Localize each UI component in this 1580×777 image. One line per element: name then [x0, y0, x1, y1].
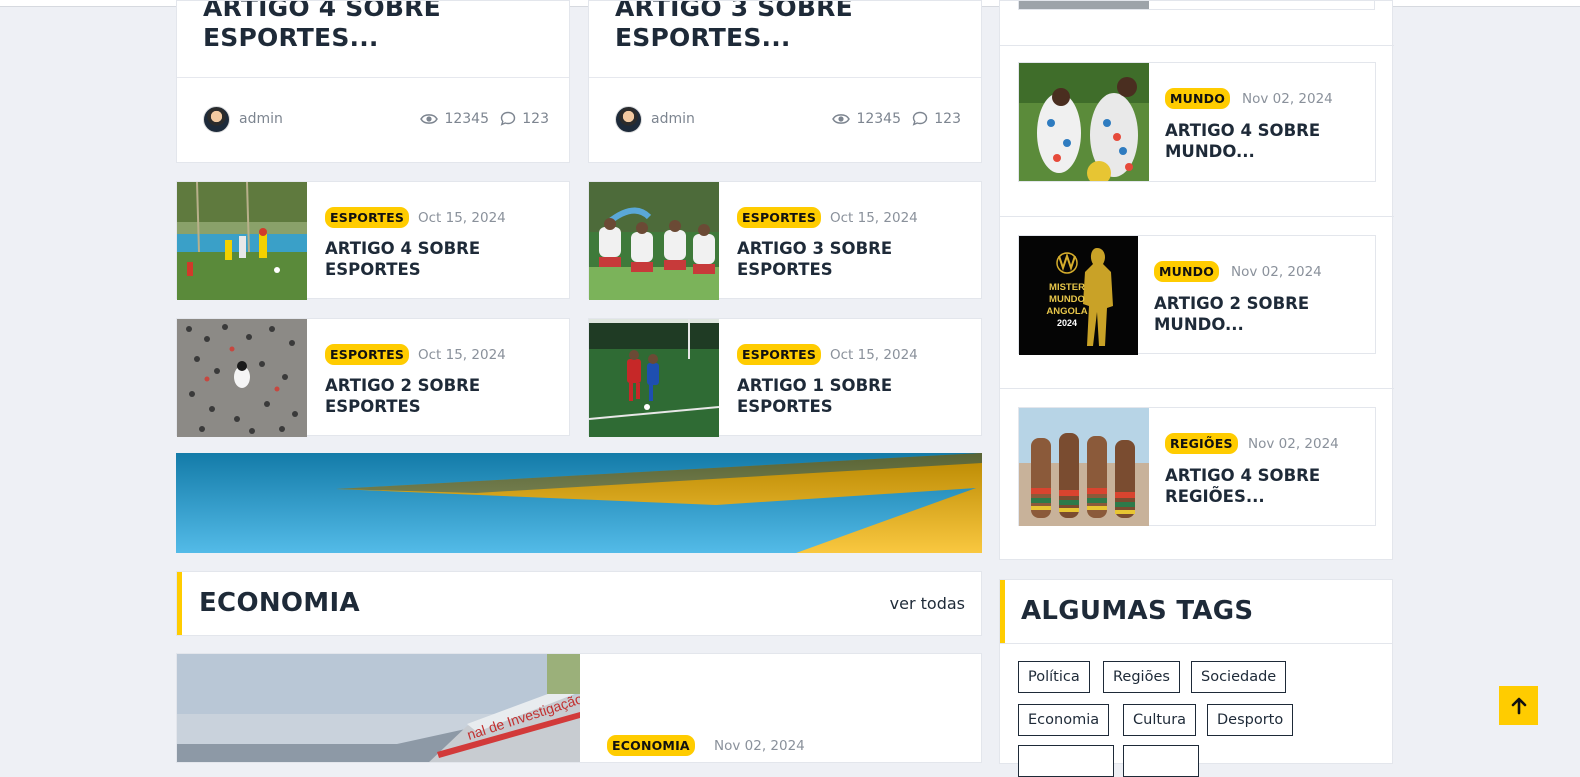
svg-text:2024: 2024 [1057, 318, 1077, 328]
back-to-top-button[interactable] [1499, 686, 1538, 725]
article-title[interactable]: ARTIGO 3 SOBRE ESPORTES [737, 238, 957, 280]
article-card[interactable]: ESPORTES Oct 15, 2024 ARTIGO 4 SOBRE ESP… [176, 181, 570, 300]
tag-regioes[interactable]: Regiões [1103, 661, 1180, 693]
sidebar-articles-widget: MUNDO Nov 02, 2024 ARTIGO 4 SOBRE MUNDO.… [999, 0, 1394, 560]
article-title[interactable]: ARTIGO 4 SOBRE REGIÕES... [1165, 465, 1385, 507]
article-title[interactable]: ARTIGO 3 SOBRE ESPORTES... [615, 1, 975, 53]
article-title[interactable]: ARTIGO 1 SOBRE ESPORTES [737, 375, 957, 417]
article-title[interactable]: ARTIGO 4 SOBRE ESPORTES [325, 238, 545, 280]
sidebar-article[interactable]: MISTER MUNDO ANGOLA 2024 MUNDO Nov 02, 2… [1018, 235, 1376, 355]
comment-icon [500, 111, 516, 126]
divider [1000, 388, 1394, 389]
article-thumbnail[interactable] [589, 319, 719, 437]
author-name[interactable]: admin [651, 111, 695, 127]
article-title[interactable]: ARTIGO 4 SOBRE MUNDO... [1165, 120, 1385, 162]
featured-thumbnail[interactable]: nal de Investigação Cienti [177, 654, 580, 762]
article-thumbnail[interactable] [589, 182, 719, 300]
article-title[interactable]: ARTIGO 4 SOBRE ESPORTES... [203, 1, 563, 53]
article-date: Nov 02, 2024 [1231, 264, 1322, 280]
article-date: Oct 15, 2024 [418, 347, 506, 363]
article-meta: admin 12345 123 [615, 105, 961, 135]
article-meta: admin 12345 123 [203, 105, 549, 135]
article-date: Nov 02, 2024 [714, 738, 805, 754]
divider [1000, 45, 1394, 46]
eye-icon [420, 114, 439, 124]
article-date: Oct 15, 2024 [830, 210, 918, 226]
eye-icon [832, 114, 851, 124]
article-date: Nov 02, 2024 [1248, 436, 1339, 452]
article-card[interactable]: ESPORTES Oct 15, 2024 ARTIGO 3 SOBRE ESP… [588, 181, 982, 300]
svg-text:ANGOLA: ANGOLA [1046, 306, 1087, 317]
article-thumbnail[interactable] [1019, 63, 1149, 181]
views-value: 12345 [444, 111, 489, 127]
section-title: ECONOMIA [199, 588, 360, 618]
tag-economia[interactable]: Economia [1018, 704, 1110, 736]
section-accent-bar [1000, 580, 1005, 643]
advertisement-banner[interactable] [176, 453, 982, 553]
top-article-card[interactable]: ARTIGO 4 SOBRE ESPORTES... admin 12345 1… [176, 0, 570, 163]
avatar [203, 106, 230, 133]
svg-text:MUNDO: MUNDO [1049, 294, 1085, 305]
section-title: ALGUMAS TAGS [1021, 596, 1254, 626]
section-header-economia: ECONOMIA ver todas [176, 571, 982, 636]
tag-politica[interactable]: Política [1018, 661, 1090, 693]
article-card[interactable]: ESPORTES Oct 15, 2024 ARTIGO 2 SOBRE ESP… [176, 318, 570, 437]
views-value: 12345 [856, 111, 901, 127]
article-thumbnail[interactable] [177, 319, 307, 437]
previous-item-edge [1018, 1, 1375, 10]
article-title[interactable]: ARTIGO 2 SOBRE ESPORTES [325, 375, 545, 417]
divider [589, 77, 981, 78]
article-title[interactable]: ARTIGO 2 SOBRE MUNDO... [1154, 293, 1374, 335]
category-badge[interactable]: MUNDO [1165, 88, 1231, 109]
comments-count: 123 [912, 111, 961, 127]
tag-cultura[interactable]: Cultura [1123, 704, 1197, 736]
category-badge[interactable]: ESPORTES [737, 344, 822, 365]
views-count: 12345 [420, 111, 489, 127]
comments-value: 123 [934, 111, 961, 127]
comments-count: 123 [500, 111, 549, 127]
article-date: Oct 15, 2024 [830, 347, 918, 363]
article-date: Nov 02, 2024 [1242, 91, 1333, 107]
tag-partial[interactable] [1123, 745, 1199, 777]
featured-economia-card[interactable]: nal de Investigação Cienti ECONOMIA Nov … [176, 653, 982, 763]
article-thumbnail[interactable] [1019, 408, 1149, 526]
svg-text:MISTER: MISTER [1049, 282, 1085, 293]
article-date: Oct 15, 2024 [418, 210, 506, 226]
see-all-link[interactable]: ver todas [890, 594, 965, 613]
sidebar-article[interactable]: MUNDO Nov 02, 2024 ARTIGO 4 SOBRE MUNDO.… [1018, 62, 1376, 182]
article-card[interactable]: ESPORTES Oct 15, 2024 ARTIGO 1 SOBRE ESP… [588, 318, 982, 437]
comment-icon [912, 111, 928, 126]
top-article-card[interactable]: ARTIGO 3 SOBRE ESPORTES... admin 12345 1… [588, 0, 982, 163]
avatar [615, 106, 642, 133]
tags-widget: Política Regiões Sociedade Economia Cult… [999, 644, 1393, 777]
article-thumbnail[interactable]: MISTER MUNDO ANGOLA 2024 [1019, 236, 1138, 355]
arrow-up-icon [1511, 697, 1526, 714]
section-accent-bar [177, 572, 182, 635]
category-badge[interactable]: REGIÕES [1165, 433, 1238, 454]
divider [177, 77, 569, 78]
comments-value: 123 [522, 111, 549, 127]
author-name[interactable]: admin [239, 111, 283, 127]
category-badge[interactable]: ESPORTES [737, 207, 822, 228]
category-badge[interactable]: MUNDO [1154, 261, 1220, 282]
views-count: 12345 [832, 111, 901, 127]
tag-sociedade[interactable]: Sociedade [1191, 661, 1287, 693]
category-badge[interactable]: ESPORTES [325, 344, 410, 365]
article-thumbnail[interactable] [177, 182, 307, 300]
category-badge[interactable]: ESPORTES [325, 207, 410, 228]
tag-desporto[interactable]: Desporto [1207, 704, 1294, 736]
divider [1000, 216, 1394, 217]
section-header-tags: ALGUMAS TAGS [999, 579, 1393, 644]
sidebar-article[interactable]: REGIÕES Nov 02, 2024 ARTIGO 4 SOBRE REGI… [1018, 407, 1376, 526]
tag-partial[interactable] [1018, 745, 1114, 777]
